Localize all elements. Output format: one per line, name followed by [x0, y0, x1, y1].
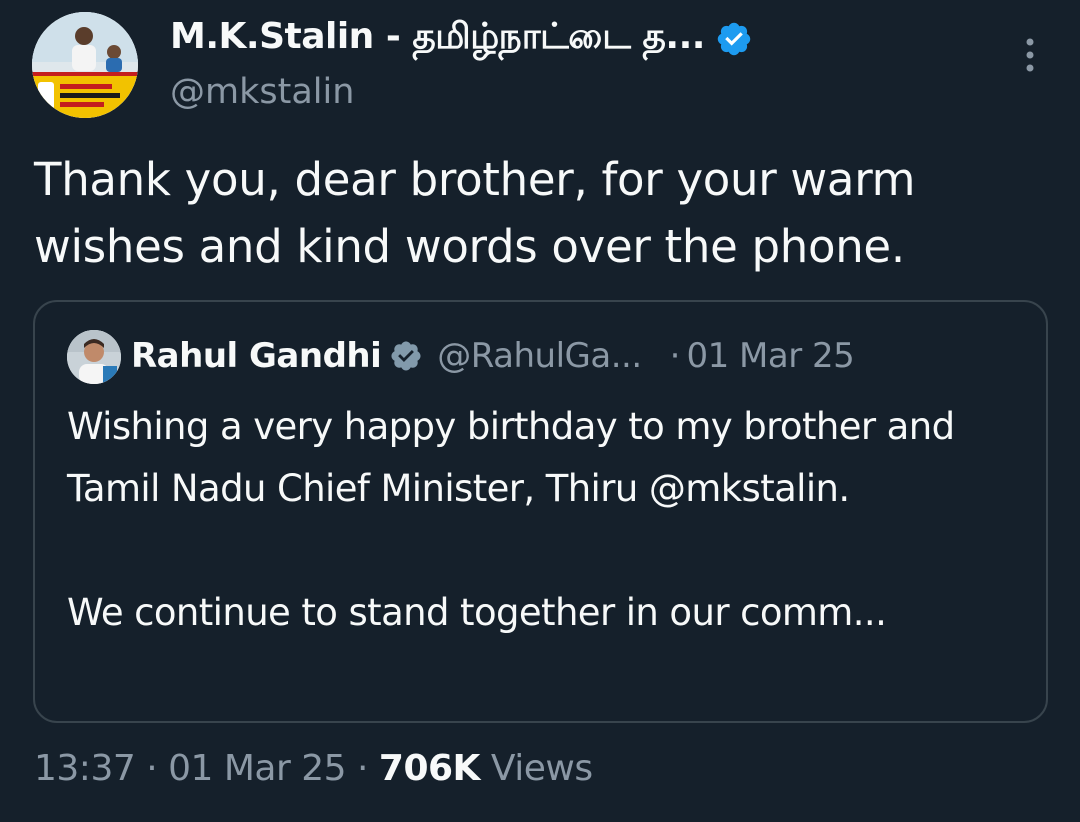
tweet-meta: 13:37 · 01 Mar 25 · 706K Views: [34, 748, 593, 789]
meta-separator: ·: [146, 748, 158, 789]
more-vertical-icon[interactable]: [1020, 36, 1040, 76]
tweet-time[interactable]: 13:37: [34, 748, 136, 789]
views-label: Views: [490, 748, 593, 789]
views-count[interactable]: 706K: [379, 748, 481, 789]
quoted-author-avatar[interactable]: [67, 330, 121, 384]
quoted-handle[interactable]: @RahulGa...: [437, 336, 642, 376]
quoted-display-name[interactable]: Rahul Gandhi: [131, 336, 382, 376]
author-name-row: M.K.Stalin - தமிழ்நாட்டை த...: [170, 14, 753, 64]
quoted-separator: ·: [669, 336, 681, 376]
author-avatar[interactable]: [32, 12, 138, 118]
author-display-name[interactable]: M.K.Stalin - தமிழ்நாட்டை த...: [170, 16, 705, 62]
quoted-tweet-card[interactable]: Rahul Gandhi @RahulGa... · 01 Mar 25 Wis…: [33, 300, 1048, 723]
verified-badge-icon[interactable]: [389, 339, 423, 373]
quoted-text: Wishing a very happy birthday to my brot…: [67, 405, 955, 634]
tweet-detail: M.K.Stalin - தமிழ்நாட்டை த... @mkstalin …: [0, 0, 1080, 822]
tweet-date[interactable]: 01 Mar 25: [168, 748, 346, 789]
verified-badge-icon[interactable]: [715, 20, 753, 58]
author-handle[interactable]: @mkstalin: [170, 72, 354, 112]
quoted-avatar-image: [67, 330, 121, 384]
tweet-text: Thank you, dear brother, for your warm w…: [34, 153, 916, 273]
quoted-header: Rahul Gandhi @RahulGa... · 01 Mar 25: [131, 328, 855, 384]
avatar-image: [32, 12, 138, 118]
meta-separator: ·: [357, 748, 368, 789]
quoted-date[interactable]: 01 Mar 25: [686, 336, 854, 376]
